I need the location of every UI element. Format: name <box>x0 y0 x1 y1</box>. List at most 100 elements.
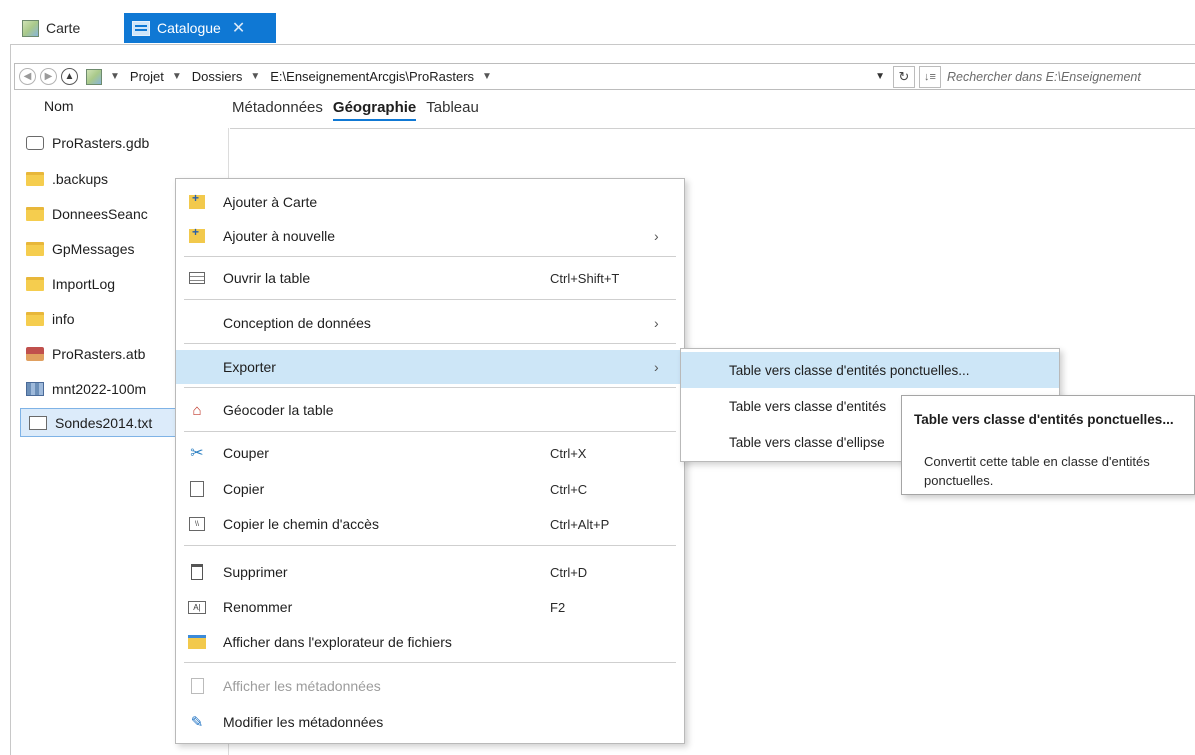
list-item[interactable]: ProRasters.gdb <box>20 128 228 157</box>
menu-item-copier[interactable]: Copier Ctrl+C <box>176 472 684 506</box>
menu-item-label: Supprimer <box>223 564 288 580</box>
catalog-icon <box>132 20 150 36</box>
folder-icon <box>26 206 44 221</box>
trash-icon <box>191 564 203 580</box>
close-tab-icon[interactable]: ✕ <box>232 18 245 38</box>
list-item-label: DonneesSeanc <box>52 205 148 222</box>
menu-item-label: Afficher les métadonnées <box>223 678 381 694</box>
map-icon <box>22 19 39 37</box>
scissors-icon: ✂ <box>190 445 204 462</box>
view-tabs: Métadonnées Géographie Tableau <box>232 99 479 121</box>
address-tools: ▼ ↻ ↓≡ Rechercher dans E:\Enseignement <box>875 64 1195 89</box>
chevron-down-icon[interactable]: ▼ <box>482 71 492 82</box>
menu-item-label: Copier le chemin d'accès <box>223 516 379 532</box>
menu-item-afficher-metadonnees: Afficher les métadonnées <box>176 669 684 703</box>
forward-icon[interactable]: ▶ <box>40 68 57 85</box>
chevron-right-icon: › <box>654 228 659 244</box>
menu-item-couper[interactable]: ✂ Couper Ctrl+X <box>176 436 684 470</box>
location-map-icon[interactable] <box>86 68 102 85</box>
menu-item-shortcut: Ctrl+X <box>550 445 587 461</box>
menu-separator <box>184 545 676 546</box>
copy-path-icon: \\ <box>189 517 205 531</box>
list-item-label: info <box>52 310 75 327</box>
menu-item-modifier-metadonnees[interactable]: ✎ Modifier les métadonnées <box>176 705 684 739</box>
menu-item-exporter[interactable]: Exporter › <box>176 350 684 384</box>
menu-separator <box>184 256 676 257</box>
menu-item-shortcut: Ctrl+D <box>550 564 588 580</box>
menu-item-renommer[interactable]: A| Renommer F2 <box>176 590 684 624</box>
list-item-label: ProRasters.gdb <box>52 134 150 151</box>
submenu-item-label: Table vers classe d'entités <box>729 398 887 414</box>
menu-item-shortcut: Ctrl+Shift+T <box>550 270 620 286</box>
tab-catalogue-label: Catalogue <box>157 20 221 36</box>
list-item-label: Sondes2014.txt <box>55 414 153 431</box>
table-icon <box>189 272 205 284</box>
raster-icon <box>26 381 44 396</box>
chevron-down-icon[interactable]: ▼ <box>110 71 120 82</box>
pencil-icon: ✎ <box>190 714 204 731</box>
menu-item-supprimer[interactable]: Supprimer Ctrl+D <box>176 555 684 589</box>
add-data-icon <box>189 191 205 209</box>
menu-item-label: Ouvrir la table <box>223 270 311 286</box>
tab-carte[interactable]: Carte <box>14 13 114 43</box>
address-bar: ◀ ▶ ▲ ▼ Projet ▼ Dossiers ▼ E:\Enseignem… <box>14 63 1195 90</box>
list-item-label: GpMessages <box>52 240 135 257</box>
geocode-icon: ⌂ <box>192 401 202 419</box>
submenu-item-table-points[interactable]: Table vers classe d'entités ponctuelles.… <box>681 352 1059 388</box>
document-tab-strip: Carte Catalogue ✕ <box>0 0 1195 44</box>
copy-icon <box>190 481 204 497</box>
history-dropdown-icon[interactable]: ▼ <box>875 71 885 82</box>
search-input[interactable]: Rechercher dans E:\Enseignement <box>947 70 1195 84</box>
toolbox-icon <box>26 346 44 361</box>
chevron-right-icon: › <box>654 315 659 331</box>
menu-item-label: Exporter <box>223 359 276 375</box>
chevron-down-icon[interactable]: ▼ <box>250 71 260 82</box>
menu-item-label: Conception de données <box>223 315 371 331</box>
menu-item-ajouter-nouvelle[interactable]: Ajouter à nouvelle › <box>176 219 684 253</box>
up-level-icon[interactable]: ▲ <box>61 68 78 85</box>
submenu-item-label: Table vers classe d'entités ponctuelles.… <box>729 362 970 378</box>
menu-item-shortcut: Ctrl+Alt+P <box>550 516 610 532</box>
text-file-icon <box>29 415 47 430</box>
tooltip-description: Convertit cette table en classe d'entité… <box>924 454 1150 488</box>
menu-item-copier-chemin[interactable]: \\ Copier le chemin d'accès Ctrl+Alt+P <box>176 507 684 541</box>
menu-item-label: Afficher dans l'explorateur de fichiers <box>223 634 452 650</box>
menu-item-ouvrir-table[interactable]: Ouvrir la table Ctrl+Shift+T <box>176 261 684 295</box>
tooltip: Table vers classe d'entités ponctuelles.… <box>901 395 1195 495</box>
menu-item-label: Couper <box>223 445 269 461</box>
menu-item-conception-donnees[interactable]: Conception de données › <box>176 306 684 340</box>
folder-icon <box>26 276 44 291</box>
refresh-icon[interactable]: ↻ <box>893 65 915 88</box>
column-header-nom[interactable]: Nom <box>44 98 74 114</box>
menu-item-geocoder-table[interactable]: ⌂ Géocoder la table <box>176 393 684 427</box>
menu-item-shortcut: F2 <box>550 599 566 615</box>
rename-icon: A| <box>188 600 206 614</box>
list-item-label: ProRasters.atb <box>52 345 146 362</box>
menu-item-afficher-explorateur[interactable]: Afficher dans l'explorateur de fichiers <box>176 625 684 659</box>
sort-icon[interactable]: ↓≡ <box>919 65 941 88</box>
breadcrumb-path[interactable]: E:\EnseignementArcgis\ProRasters <box>270 69 474 84</box>
tab-catalogue[interactable]: Catalogue ✕ <box>124 13 276 43</box>
chevron-down-icon[interactable]: ▼ <box>172 71 182 82</box>
breadcrumb-dossiers[interactable]: Dossiers <box>192 69 243 84</box>
back-icon[interactable]: ◀ <box>19 68 36 85</box>
menu-item-label: Modifier les métadonnées <box>223 714 384 730</box>
add-data-icon <box>189 225 205 243</box>
menu-separator <box>184 299 676 300</box>
menu-item-label: Copier <box>223 481 265 497</box>
breadcrumb-projet[interactable]: Projet <box>130 69 164 84</box>
menu-item-ajouter-carte[interactable]: Ajouter à Carte <box>176 185 684 219</box>
tooltip-title: Table vers classe d'entités ponctuelles.… <box>914 412 1174 427</box>
list-item-label: ImportLog <box>52 275 116 292</box>
folder-icon <box>26 171 44 186</box>
menu-item-shortcut: Ctrl+C <box>550 481 588 497</box>
menu-item-label: Ajouter à nouvelle <box>223 228 336 244</box>
tab-tableau[interactable]: Tableau <box>426 99 479 121</box>
menu-separator <box>184 387 676 388</box>
tab-geographie[interactable]: Géographie <box>332 99 417 121</box>
folder-icon <box>26 311 44 326</box>
tab-metadonnees[interactable]: Métadonnées <box>232 99 323 121</box>
metadata-icon <box>190 678 204 694</box>
chevron-right-icon: › <box>654 359 659 375</box>
menu-separator <box>184 343 676 344</box>
